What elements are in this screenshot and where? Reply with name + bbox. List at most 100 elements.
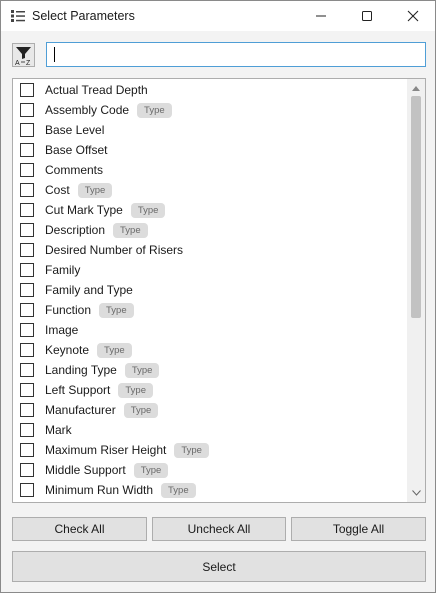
- select-parameters-window: Select Parameters A Z Actual Tread Depth…: [0, 0, 436, 593]
- check-all-button[interactable]: Check All: [12, 517, 147, 541]
- search-input[interactable]: [46, 42, 426, 67]
- list-item[interactable]: Cost Type: [13, 180, 407, 200]
- list-item[interactable]: Maximum Riser Height Type: [13, 440, 407, 460]
- list-item[interactable]: Minimum Run Width Type: [13, 480, 407, 500]
- text-caret: [54, 47, 55, 62]
- parameter-checkbox[interactable]: [20, 443, 34, 457]
- parameter-checkbox[interactable]: [20, 243, 34, 257]
- parameter-checkbox[interactable]: [20, 343, 34, 357]
- parameter-label: Actual Tread Depth: [45, 83, 148, 97]
- parameter-name: Comments: [45, 163, 104, 177]
- parameter-label: Image: [45, 323, 78, 337]
- list-item[interactable]: Left Support Type: [13, 380, 407, 400]
- parameter-checkbox[interactable]: [20, 223, 34, 237]
- minimize-icon: [316, 15, 326, 17]
- list-item[interactable]: Desired Number of Risers: [13, 240, 407, 260]
- parameter-label: Cut Mark Type Type: [45, 203, 166, 218]
- type-badge: Type: [99, 303, 134, 318]
- parameter-checkbox[interactable]: [20, 423, 34, 437]
- parameter-name: Keynote: [45, 343, 90, 357]
- title-bar[interactable]: Select Parameters: [1, 1, 435, 31]
- list-item[interactable]: Description Type: [13, 220, 407, 240]
- parameter-label: Description Type: [45, 223, 148, 238]
- parameter-label: Base Level: [45, 123, 104, 137]
- maximize-icon: [362, 11, 372, 21]
- sort-filter-button[interactable]: A Z: [12, 43, 35, 67]
- parameter-name: Cost: [45, 183, 70, 197]
- parameter-label: Family and Type: [45, 283, 133, 297]
- list-item[interactable]: Family and Type: [13, 280, 407, 300]
- parameter-name: Cut Mark Type: [45, 203, 123, 217]
- list-item[interactable]: Assembly Code Type: [13, 100, 407, 120]
- parameter-checkbox[interactable]: [20, 103, 34, 117]
- list-item[interactable]: Manufacturer Type: [13, 400, 407, 420]
- list-item[interactable]: Actual Tread Depth: [13, 80, 407, 100]
- parameter-checkbox[interactable]: [20, 463, 34, 477]
- parameter-label: Function Type: [45, 303, 134, 318]
- list-item[interactable]: Image: [13, 320, 407, 340]
- uncheck-all-button[interactable]: Uncheck All: [152, 517, 286, 541]
- close-icon: [407, 10, 419, 22]
- parameter-checkbox[interactable]: [20, 303, 34, 317]
- parameter-checkbox[interactable]: [20, 263, 34, 277]
- parameter-checkbox[interactable]: [20, 383, 34, 397]
- parameters-list[interactable]: Actual Tread Depth Assembly Code Type Base …: [12, 78, 426, 503]
- parameter-checkbox[interactable]: [20, 483, 34, 497]
- list-item[interactable]: Landing Type Type: [13, 360, 407, 380]
- parameter-name: Mark: [45, 423, 72, 437]
- minimize-button[interactable]: [298, 1, 344, 31]
- list-item[interactable]: Mark: [13, 420, 407, 440]
- parameter-checkbox[interactable]: [20, 183, 34, 197]
- parameter-checkbox[interactable]: [20, 363, 34, 377]
- svg-text:A: A: [15, 60, 20, 66]
- list-item[interactable]: Base Level: [13, 120, 407, 140]
- list-item[interactable]: Keynote Type: [13, 340, 407, 360]
- list-item[interactable]: Cut Mark Type Type: [13, 200, 407, 220]
- list-item[interactable]: Family: [13, 260, 407, 280]
- parameter-checkbox[interactable]: [20, 163, 34, 177]
- type-badge: Type: [113, 223, 148, 238]
- parameter-checkbox[interactable]: [20, 123, 34, 137]
- maximize-button[interactable]: [344, 1, 390, 31]
- list-item[interactable]: Base Offset: [13, 140, 407, 160]
- parameter-name: Function: [45, 303, 92, 317]
- parameter-label: Comments: [45, 163, 103, 177]
- parameter-name: Desired Number of Risers: [45, 243, 184, 257]
- parameter-label: Base Offset: [45, 143, 107, 157]
- parameter-name: Family: [45, 263, 81, 277]
- parameter-label: Family: [45, 263, 80, 277]
- scroll-down-arrow-icon[interactable]: [407, 485, 425, 501]
- parameter-label: Minimum Run Width Type: [45, 483, 196, 498]
- select-button[interactable]: Select: [12, 551, 426, 582]
- scroll-up-arrow-icon[interactable]: [407, 80, 425, 96]
- parameter-checkbox[interactable]: [20, 283, 34, 297]
- list-icon: [11, 10, 25, 22]
- parameter-label: Mark: [45, 423, 72, 437]
- parameter-checkbox[interactable]: [20, 203, 34, 217]
- list-item[interactable]: Comments: [13, 160, 407, 180]
- parameter-checkbox[interactable]: [20, 143, 34, 157]
- parameter-name: Minimum Run Width: [45, 483, 154, 497]
- scrollbar-thumb[interactable]: [411, 96, 421, 318]
- parameter-label: Landing Type Type: [45, 363, 160, 378]
- close-button[interactable]: [390, 1, 436, 31]
- parameter-name: Maximum Riser Height: [45, 443, 167, 457]
- sort-az-filter-icon: A Z: [15, 47, 31, 67]
- parameter-checkbox[interactable]: [20, 83, 34, 97]
- parameter-name: Landing Type: [45, 363, 117, 377]
- parameters-rows: Actual Tread Depth Assembly Code Type Base …: [13, 80, 407, 500]
- parameter-name: Middle Support: [45, 463, 126, 477]
- toggle-all-button[interactable]: Toggle All: [291, 517, 426, 541]
- type-badge: Type: [118, 383, 153, 398]
- parameter-name: Assembly Code: [45, 103, 130, 117]
- parameter-label: Maximum Riser Height Type: [45, 443, 209, 458]
- svg-text:Z: Z: [26, 60, 31, 66]
- list-item[interactable]: Function Type: [13, 300, 407, 320]
- list-item[interactable]: Middle Support Type: [13, 460, 407, 480]
- parameter-label: Cost Type: [45, 183, 113, 198]
- vertical-scrollbar[interactable]: [407, 79, 425, 502]
- parameter-checkbox[interactable]: [20, 323, 34, 337]
- parameter-checkbox[interactable]: [20, 403, 34, 417]
- type-badge: Type: [97, 343, 132, 358]
- window-title: Select Parameters: [32, 9, 135, 23]
